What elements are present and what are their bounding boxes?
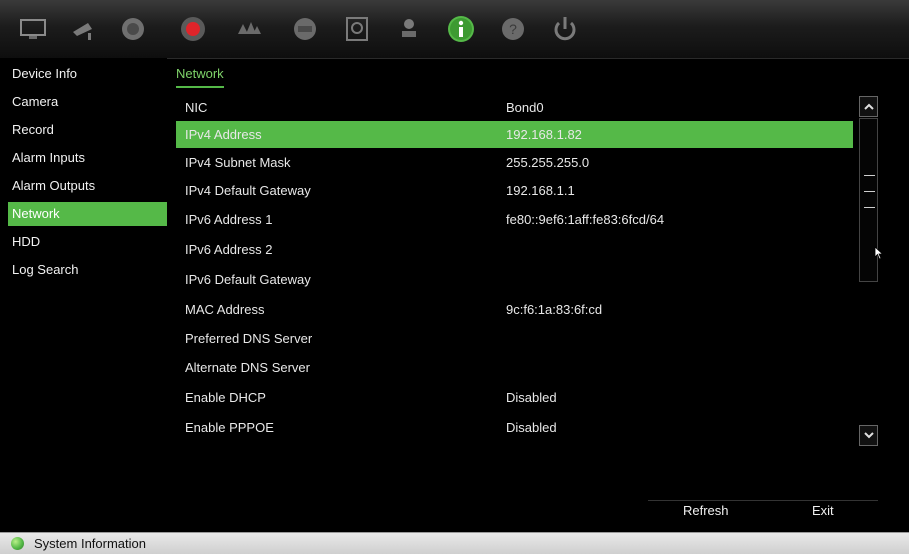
setting-row-ipv6-address-1[interactable]: IPv6 Address 1 fe80::9ef6:1aff:fe83:6fcd… [176, 206, 853, 233]
setting-row-enable-dhcp[interactable]: Enable DHCP Disabled [176, 384, 853, 411]
scroll-up-button[interactable] [859, 96, 878, 117]
camera-icon[interactable] [66, 12, 100, 46]
sidebar-item-camera[interactable]: Camera [8, 90, 167, 114]
row-value: 255.255.255.0 [506, 155, 590, 170]
sidebar-item-network[interactable]: Network [8, 202, 167, 226]
sidebar-item-alarm-outputs[interactable]: Alarm Outputs [8, 174, 167, 198]
tab-network[interactable]: Network [176, 66, 224, 88]
setting-row-enable-pppoe[interactable]: Enable PPPOE Disabled [176, 414, 853, 441]
alarm-icon[interactable] [232, 12, 266, 46]
svg-text:?: ? [509, 21, 517, 37]
settings-sidebar: Device Info Camera Record Alarm Inputs A… [0, 58, 167, 532]
row-label: NIC [185, 100, 208, 115]
row-label: Preferred DNS Server [185, 331, 313, 346]
row-label: IPv4 Default Gateway [185, 183, 311, 198]
status-bar: System Information [0, 532, 909, 554]
system-info-icon[interactable] [444, 12, 478, 46]
scrollbar-thumb-grip [864, 207, 875, 208]
playback-icon[interactable] [116, 12, 150, 46]
setting-row-alternate-dns[interactable]: Alternate DNS Server [176, 354, 853, 381]
user-icon[interactable] [392, 12, 426, 46]
row-value: 192.168.1.1 [506, 183, 575, 198]
row-value: Disabled [506, 390, 557, 405]
refresh-button[interactable]: Refresh [683, 503, 729, 518]
row-label: MAC Address [185, 302, 265, 317]
row-value: fe80::9ef6:1aff:fe83:6fcd/64 [506, 212, 665, 227]
row-label: Enable DHCP [185, 390, 266, 405]
record-icon[interactable] [176, 12, 210, 46]
row-value: Disabled [506, 420, 557, 435]
chevron-down-icon [863, 432, 874, 439]
sidebar-item-device-info[interactable]: Device Info [8, 62, 167, 86]
chevron-up-icon [863, 103, 874, 110]
power-icon[interactable] [548, 12, 582, 46]
setting-row-ipv4-subnet-mask[interactable]: IPv4 Subnet Mask 255.255.255.0 [176, 149, 853, 176]
row-value: 192.168.1.82 [506, 127, 582, 142]
sidebar-item-hdd[interactable]: HDD [8, 230, 167, 254]
setting-row-ipv4-gateway[interactable]: IPv4 Default Gateway 192.168.1.1 [176, 177, 853, 204]
status-text: System Information [34, 536, 146, 551]
row-label: Enable PPPOE [185, 420, 274, 435]
row-value: 9c:f6:1a:83:6f:cd [506, 302, 603, 317]
sidebar-item-record[interactable]: Record [8, 118, 167, 142]
setting-row-ipv6-address-2[interactable]: IPv6 Address 2 [176, 236, 853, 263]
row-label: IPv6 Address 1 [185, 212, 273, 227]
sidebar-item-alarm-inputs[interactable]: Alarm Inputs [8, 146, 167, 170]
row-label: IPv6 Default Gateway [185, 272, 311, 287]
row-label: IPv6 Address 2 [185, 242, 273, 257]
row-value: Bond0 [506, 100, 544, 115]
setting-row-ipv6-gateway[interactable]: IPv6 Default Gateway [176, 266, 853, 293]
row-label: IPv4 Subnet Mask [185, 155, 291, 170]
hdd-icon[interactable] [340, 12, 374, 46]
scrollbar-thumb-grip [864, 191, 875, 192]
network-icon[interactable] [288, 12, 322, 46]
row-label: IPv4 Address [185, 127, 262, 142]
sidebar-item-log-search[interactable]: Log Search [8, 258, 167, 282]
scroll-down-button[interactable] [859, 425, 878, 446]
setting-row-preferred-dns[interactable]: Preferred DNS Server [176, 325, 853, 352]
exit-button[interactable]: Exit [812, 503, 834, 518]
setting-row-mac-address[interactable]: MAC Address 9c:f6:1a:83:6f:cd [176, 296, 853, 323]
scrollbar-thumb-grip [864, 175, 875, 176]
status-indicator-icon [11, 537, 24, 550]
monitor-icon[interactable] [16, 12, 50, 46]
top-toolbar: ? [0, 0, 909, 59]
button-bar-divider [648, 500, 878, 501]
setting-row-ipv4-address[interactable]: IPv4 Address 192.168.1.82 [176, 121, 853, 148]
help-icon[interactable]: ? [496, 12, 530, 46]
row-label: Alternate DNS Server [185, 360, 310, 375]
setting-row-nic[interactable]: NIC Bond0 [176, 94, 853, 121]
mouse-cursor-icon [874, 246, 884, 260]
